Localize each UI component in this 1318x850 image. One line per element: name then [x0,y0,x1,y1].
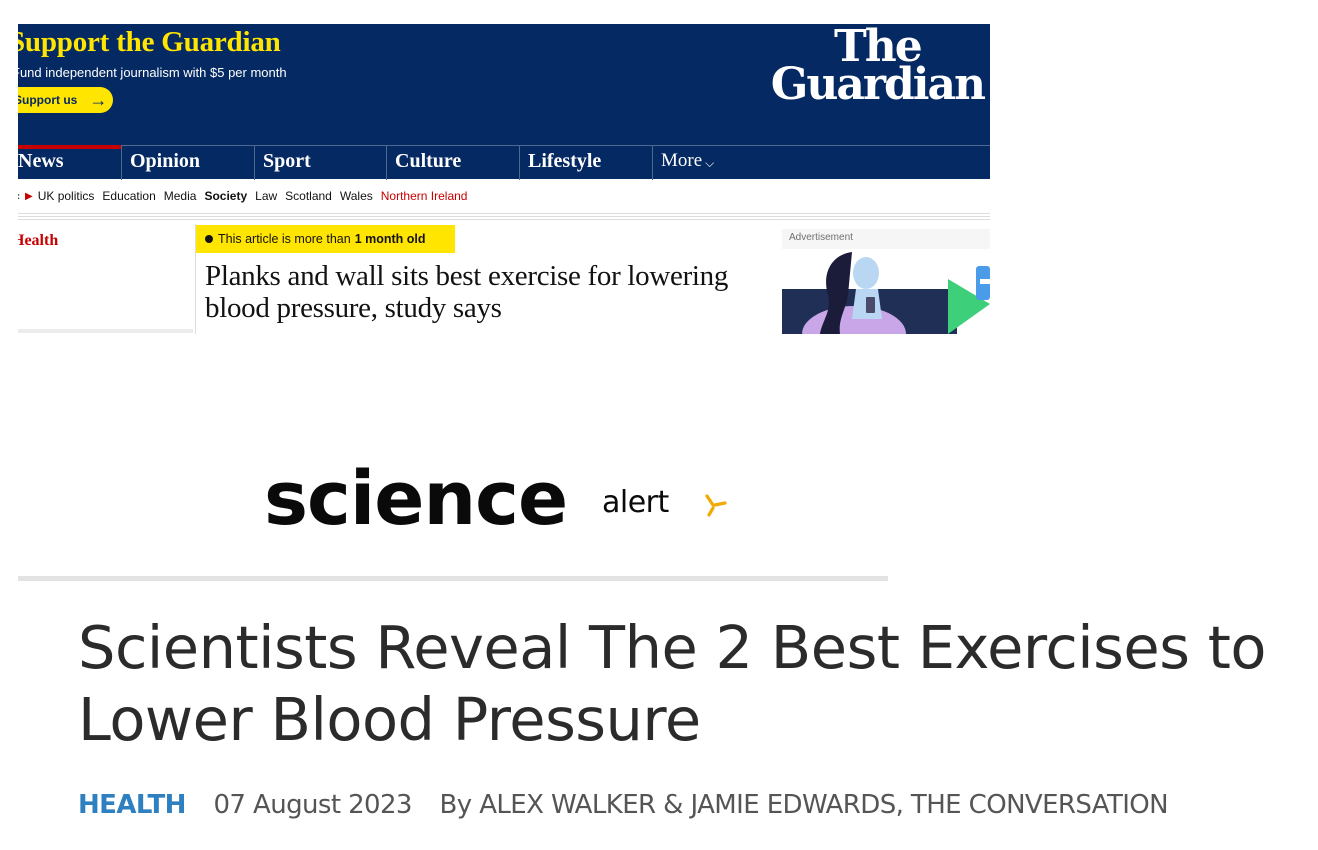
subnav-society[interactable]: Society [204,189,247,203]
logo-wordmark-alert: alert [602,485,669,520]
guardian-screenshot: Support the Guardian Fund independent jo… [18,24,990,334]
guardian-logo[interactable]: The Guardian [770,25,986,110]
article-age-notice: This article is more than 1 month old [196,225,455,253]
logo-line-2: Guardian [770,58,986,110]
support-title: Support the Guardian [18,26,281,58]
clock-icon [205,235,213,243]
back-icon[interactable]: ‹ [18,189,20,203]
age-notice-value: 1 month old [354,232,426,246]
advertisement-image[interactable] [782,249,990,334]
arrow-right-icon: → [89,90,108,110]
logo-wordmark-science: science [264,456,568,542]
divider [18,216,990,217]
divider [18,219,990,220]
sciencealert-headline: Scientists Reveal The 2 Best Exercises t… [78,613,1266,754]
divider [18,329,193,333]
nav-more[interactable]: More ⌵ [653,146,722,180]
spark-icon [705,494,727,517]
support-us-button[interactable]: Support us → [18,87,113,113]
category-link[interactable]: HEALTH [78,790,186,820]
subnav-law[interactable]: Law [255,189,277,203]
subnav-education[interactable]: Education [102,189,155,203]
subnav-northern-ireland[interactable]: Northern Ireland [381,189,468,203]
nav-sport[interactable]: Sport [255,146,387,180]
age-notice-prefix: This article is more than [218,232,351,246]
guardian-headline: Planks and wall sits best exercise for l… [205,260,729,324]
current-section-marker-icon: ▶ [25,190,33,202]
nav-culture[interactable]: Culture [387,146,520,180]
article-section-label[interactable]: Health [18,232,58,250]
subnav-wales[interactable]: Wales [340,189,373,203]
secondary-nav: ‹ ▶ UK politics Education Media Society … [18,179,990,213]
divider [18,576,888,581]
subnav-media[interactable]: Media [164,189,197,203]
advertisement-label: Advertisement [782,229,990,249]
subnav-uk-politics[interactable]: UK politics [38,189,95,203]
byline: By ALEX WALKER & JAMIE EDWARDS, THE CONV… [439,790,1169,820]
publish-date: 07 August 2023 [213,790,412,820]
divider [18,213,990,214]
support-us-label: Support us [18,93,78,107]
article-meta: HEALTH 07 August 2023 By ALEX WALKER & J… [78,790,1169,820]
support-subtitle: Fund independent journalism with $5 per … [18,65,287,80]
ad-illustration [782,249,990,334]
subnav-scotland[interactable]: Scotland [285,189,332,203]
chevron-down-icon: ⌵ [705,156,715,170]
primary-nav: News Opinion Sport Culture Lifestyle Mor… [18,145,990,180]
nav-lifestyle[interactable]: Lifestyle [520,146,653,180]
nav-opinion[interactable]: Opinion [122,146,255,180]
sciencealert-logo[interactable]: science alert [264,462,734,548]
nav-more-label: More [661,150,703,171]
nav-news[interactable]: News [18,145,122,180]
guardian-header: Support the Guardian Fund independent jo… [18,24,990,145]
